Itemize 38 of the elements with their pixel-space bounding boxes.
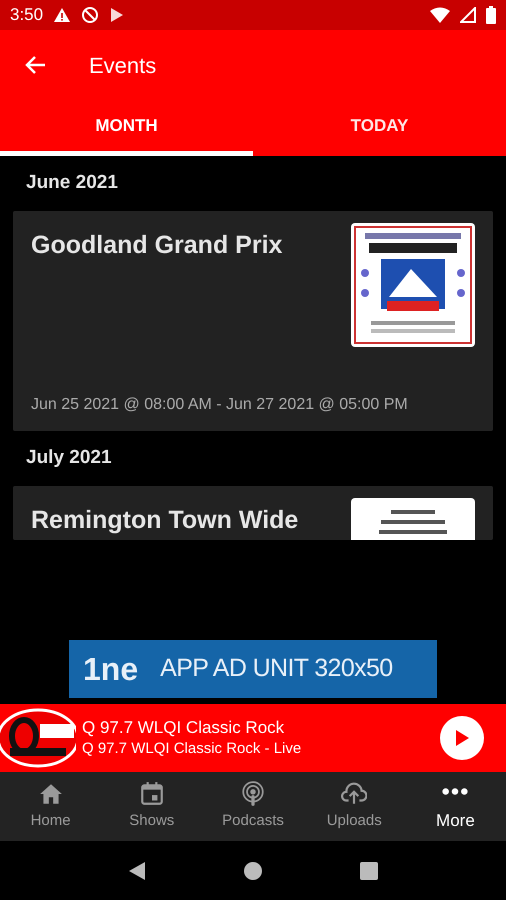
nav-tab[interactable]: Home <box>0 772 102 841</box>
nav-tab[interactable]: Shows <box>101 772 202 841</box>
ad-banner[interactable]: 1ne APP AD UNIT 320x50 <box>69 640 437 698</box>
tab[interactable]: MONTH <box>0 100 253 156</box>
event-dates: Jun 25 2021 @ 08:00 AM - Jun 27 2021 @ 05:00 PM <box>30 395 409 415</box>
more-icon <box>442 788 468 796</box>
play-button[interactable] <box>440 716 484 760</box>
battery-icon <box>486 6 496 24</box>
play-store-icon <box>109 7 126 23</box>
month-heading: June 2021 <box>25 171 119 196</box>
play-icon <box>454 729 470 747</box>
event-card[interactable]: Goodland Grand Prix Jun 25 2021 @ 08:00 AM - Jun 27 2021 @ 05:00 PM <box>13 211 493 431</box>
event-card[interactable]: Remington Town Wide <box>13 486 493 540</box>
screen-title: Events <box>89 52 156 80</box>
ad-text: APP AD UNIT 320x50 <box>160 653 393 684</box>
ad-logo: 1ne <box>83 650 138 689</box>
signal-icon <box>460 7 476 23</box>
tab[interactable]: TODAY <box>253 100 506 156</box>
station-title: Q 97.7 WLQI Classic Rock <box>82 717 286 739</box>
nav-tab[interactable]: Uploads <box>304 772 405 841</box>
recents-nav-icon[interactable] <box>360 862 378 880</box>
station-logo-icon <box>0 708 76 768</box>
warning-icon <box>53 7 72 23</box>
home-nav-icon[interactable] <box>242 860 263 880</box>
event-title: Goodland Grand Prix <box>31 230 284 261</box>
calendar-icon <box>138 780 165 807</box>
status-time: 3:50 <box>10 4 44 26</box>
back-arrow-icon <box>24 55 46 75</box>
wifi-icon <box>430 7 450 23</box>
event-title: Remington Town Wide <box>31 505 300 536</box>
back-nav-icon[interactable] <box>128 860 146 880</box>
nav-tab[interactable]: Podcasts <box>202 772 304 841</box>
podcast-icon <box>240 780 266 807</box>
cloud-upload-icon <box>341 780 368 807</box>
nav-tab[interactable]: More <box>404 772 506 841</box>
stream-subtitle: Q 97.7 WLQI Classic Rock - Live <box>82 739 302 759</box>
blocked-icon <box>81 6 100 24</box>
month-heading: July 2021 <box>25 446 113 470</box>
